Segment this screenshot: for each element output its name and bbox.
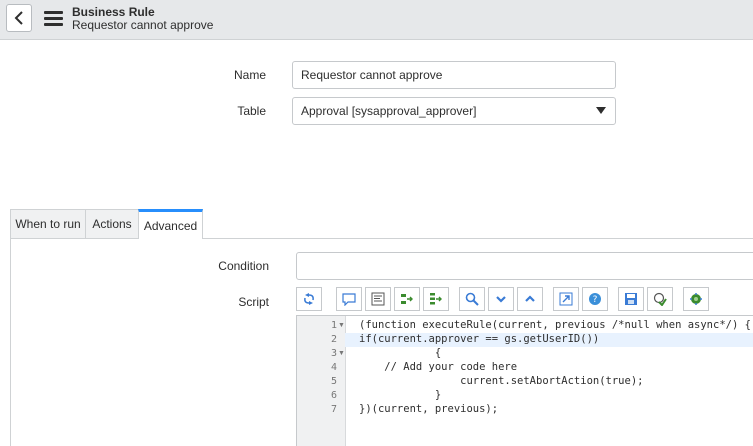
code-line: // Add your code here (359, 361, 518, 373)
line-number: 6 (330, 390, 337, 401)
replace-button[interactable] (394, 287, 420, 311)
menu-icon[interactable] (44, 11, 63, 27)
line-number: 3 (330, 348, 337, 359)
chevron-left-icon (14, 11, 23, 25)
dropdown-caret-icon (596, 107, 606, 114)
line-number: 7 (330, 404, 337, 415)
fold-down-icon (496, 296, 506, 303)
code-line: { (359, 347, 442, 359)
debug-script-button[interactable] (683, 287, 709, 311)
condition-input[interactable] (296, 252, 753, 280)
comment-button[interactable] (336, 287, 362, 311)
tab-actions[interactable]: Actions (85, 209, 139, 238)
search-button[interactable] (459, 287, 485, 311)
name-label: Name (233, 68, 266, 82)
record-type-title: Business Rule (72, 5, 155, 19)
code-line: (function executeRule(current, previous … (359, 319, 751, 331)
format-code-button[interactable] (365, 287, 391, 311)
help-icon: ? (589, 293, 601, 305)
help-button[interactable]: ? (582, 287, 608, 311)
code-line: } (359, 389, 442, 401)
code-line: })(current, previous); (359, 403, 499, 415)
line-number: 2 (330, 334, 337, 345)
check-script-icon (653, 292, 667, 306)
code-line: if(current.approver == gs.getUserID()) (359, 333, 600, 345)
line-number-gutter: 1 2 3 4 5 6 7 ▼ ▼ (297, 316, 346, 446)
script-editor[interactable]: 1 2 3 4 5 6 7 ▼ ▼ (function executeRule(… (296, 315, 753, 446)
fold-up-button[interactable] (517, 287, 543, 311)
header-bar: Business Rule Requestor cannot approve (0, 0, 753, 40)
toggle-syntax-button[interactable] (296, 287, 322, 311)
fullscreen-icon (559, 292, 573, 306)
condition-label: Condition (218, 259, 269, 273)
fold-marker-icon[interactable]: ▼ (338, 350, 345, 357)
back-button[interactable] (6, 4, 32, 32)
svg-text:?: ? (593, 295, 598, 305)
script-label: Script (238, 295, 269, 309)
line-number: 1 (330, 320, 337, 331)
record-name-subtitle: Requestor cannot approve (72, 18, 214, 32)
format-code-icon (371, 292, 385, 306)
tab-bar: When to run Actions Advanced (10, 209, 753, 239)
table-select[interactable]: Approval [sysapproval_approver] (292, 97, 616, 125)
replace-icon (401, 294, 413, 304)
replace-all-icon (430, 293, 442, 305)
fold-marker-icon[interactable]: ▼ (338, 322, 345, 329)
save-icon (625, 293, 637, 305)
search-icon (465, 292, 479, 306)
tab-when-to-run[interactable]: When to run (10, 209, 86, 238)
replace-all-button[interactable] (423, 287, 449, 311)
debug-script-icon (690, 293, 702, 305)
line-number: 5 (330, 376, 337, 387)
comment-icon (342, 293, 356, 306)
fold-down-button[interactable] (488, 287, 514, 311)
fold-up-icon (525, 295, 535, 302)
fullscreen-button[interactable] (553, 287, 579, 311)
check-script-button[interactable] (647, 287, 673, 311)
code-line: current.setAbortAction(true); (359, 375, 644, 387)
table-select-value: Approval [sysapproval_approver] (301, 104, 477, 118)
table-label: Table (237, 104, 266, 118)
save-button[interactable] (618, 287, 644, 311)
line-number: 4 (330, 362, 337, 373)
tab-advanced[interactable]: Advanced (138, 209, 203, 239)
toggle-syntax-icon (304, 293, 314, 305)
name-input[interactable]: Requestor cannot approve (292, 61, 616, 89)
